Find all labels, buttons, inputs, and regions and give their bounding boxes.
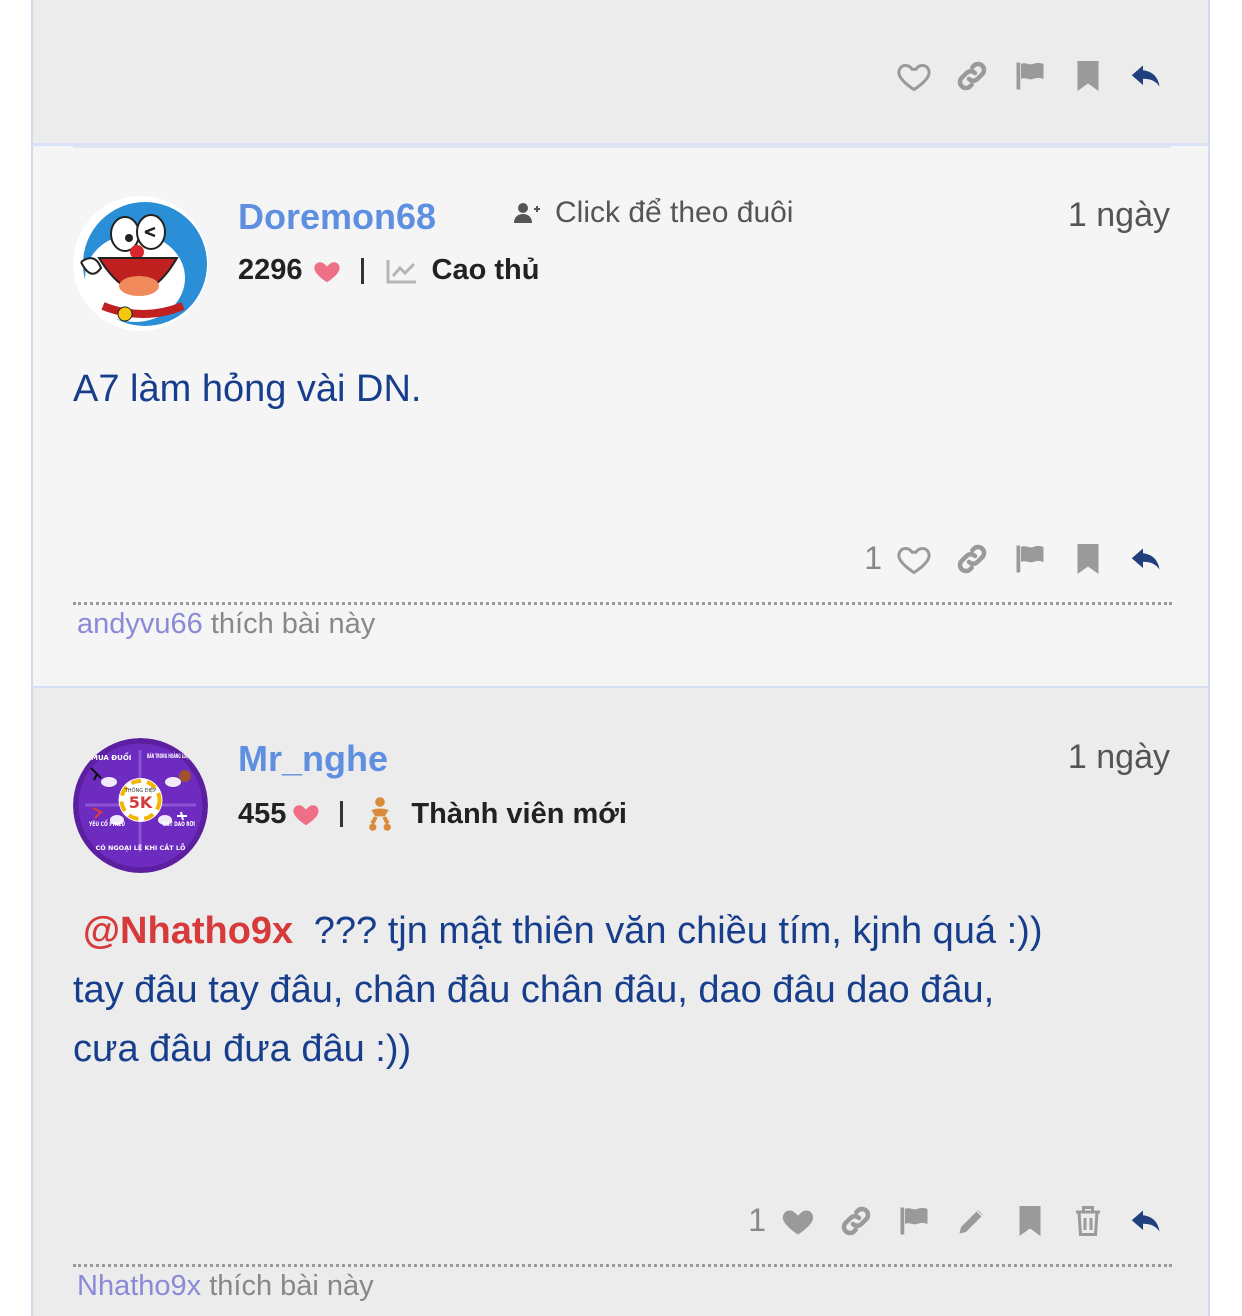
post: Doremon68 Click để theo đuôi 1 ngày 2296…: [31, 146, 1210, 688]
likes-summary: andyvu66 thích bài này: [77, 608, 375, 641]
reply-icon[interactable]: [1128, 1203, 1164, 1239]
heart-solid-icon[interactable]: [780, 1203, 816, 1239]
heart-outline-icon[interactable]: [896, 541, 932, 577]
liked-text: thích bài này: [210, 608, 376, 640]
separator: [340, 801, 344, 827]
user-points: 2296: [238, 254, 303, 286]
add-user-icon: [514, 203, 540, 223]
post-actions: [896, 58, 1164, 94]
user-stats: 455 Thành viên mới: [238, 796, 627, 832]
like-count: 1: [864, 540, 882, 576]
baby-icon: [369, 797, 392, 831]
flag-icon[interactable]: [1012, 541, 1048, 577]
post-actions: 1: [864, 540, 1164, 577]
follow-button[interactable]: Click để theo đuôi: [513, 196, 793, 230]
divider: [73, 146, 1170, 148]
post-line: tay đâu tay đâu, chân đâu chân đâu, dao …: [73, 969, 995, 1011]
avatar[interactable]: MUA ĐUỔI BÁN TRONG HOẢNG LOẠN THÔNG ĐIỆP…: [73, 738, 208, 873]
likes-summary: Nhatho9x thích bài này: [77, 1270, 374, 1303]
user-rank: Cao thủ: [431, 254, 540, 286]
flag-icon[interactable]: [896, 1203, 932, 1239]
avatar-text: MUA ĐUỔI: [91, 752, 131, 762]
flag-icon[interactable]: [1012, 58, 1048, 94]
post-line: @Nhatho9x ??? tjn mật thiên văn chiều tí…: [73, 902, 1148, 961]
link-icon[interactable]: [954, 541, 990, 577]
post: MUA ĐUỔI BÁN TRONG HOẢNG LOẠN THÔNG ĐIỆP…: [31, 688, 1210, 1316]
post-time: 1 ngày: [1067, 196, 1170, 234]
username[interactable]: Mr_nghe: [238, 738, 388, 780]
user-points: 455: [238, 797, 287, 830]
post-text: A7 làm hỏng vài DN.: [73, 368, 422, 410]
user-stats: 2296 Cao thủ: [238, 254, 539, 287]
avatar-text: CÓ NGOẠI LỆ KHI CẮT LỖ: [96, 842, 186, 852]
chart-line-icon: [386, 259, 416, 283]
link-icon[interactable]: [954, 58, 990, 94]
divider: [73, 1264, 1172, 1267]
link-icon[interactable]: [838, 1203, 874, 1239]
avatar[interactable]: [73, 196, 208, 331]
pencil-icon[interactable]: [954, 1203, 990, 1239]
liked-text: thích bài này: [209, 1270, 374, 1302]
heart-icon: [313, 261, 340, 282]
post-content: @Nhatho9x ??? tjn mật thiên văn chiều tí…: [73, 902, 1148, 1079]
username[interactable]: Doremon68: [238, 196, 436, 238]
liker-link[interactable]: andyvu66: [77, 608, 203, 640]
reply-icon[interactable]: [1128, 541, 1164, 577]
bookmark-icon[interactable]: [1070, 541, 1106, 577]
post-time: 1 ngày: [1067, 738, 1170, 776]
liker-link[interactable]: Nhatho9x: [77, 1270, 201, 1302]
bookmark-icon[interactable]: [1070, 58, 1106, 94]
post-actions: 1: [748, 1202, 1164, 1239]
divider: [73, 602, 1172, 605]
post-text: ??? tjn mật thiên văn chiều tím, kjnh qu…: [313, 910, 1043, 952]
trash-icon[interactable]: [1070, 1203, 1106, 1239]
bookmark-icon[interactable]: [1012, 1203, 1048, 1239]
heart-icon: [293, 805, 319, 826]
reply-icon[interactable]: [1128, 58, 1164, 94]
mention-link[interactable]: @Nhatho9x: [83, 910, 293, 952]
post-line: cưa đâu đưa đâu :)): [73, 1028, 412, 1070]
follow-label: Click để theo đuôi: [555, 196, 794, 229]
separator: [360, 257, 364, 284]
user-rank: Thành viên mới: [411, 797, 627, 830]
avatar-text: 5K: [129, 793, 153, 812]
heart-outline-icon[interactable]: [896, 58, 932, 94]
post-partial: [31, 0, 1210, 146]
like-count: 1: [748, 1202, 766, 1238]
post-content: A7 làm hỏng vài DN.: [73, 360, 1148, 419]
avatar-text: BÁN TRONG HOẢNG LOẠN: [147, 752, 191, 760]
